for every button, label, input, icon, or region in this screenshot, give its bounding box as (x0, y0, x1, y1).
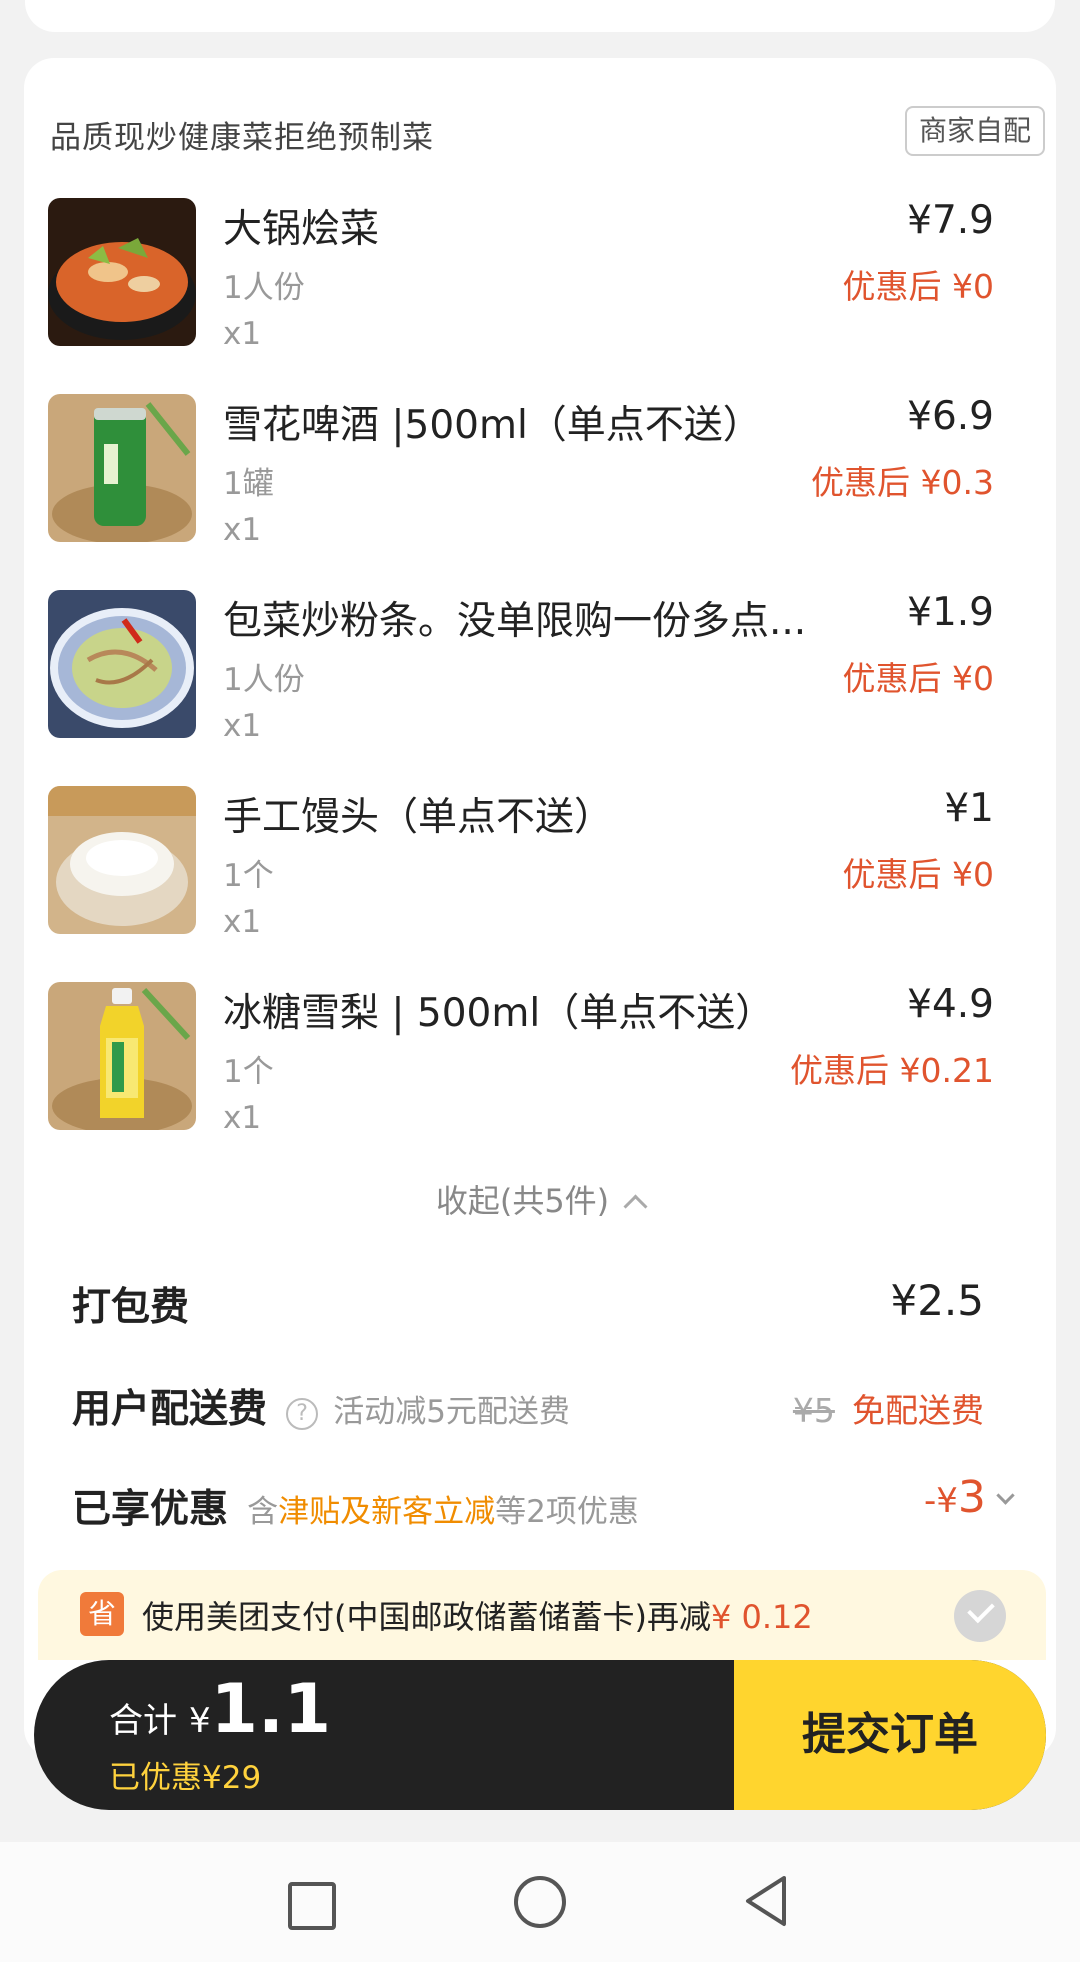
total-price: 合计 ¥1.1 (109, 1670, 331, 1749)
pear-drink-bottle-photo-icon (48, 982, 196, 1130)
checkout-bar: 合计 ¥1.1 已优惠¥29 提交订单 (34, 1660, 1046, 1810)
total-value: 1.1 (210, 1670, 332, 1749)
total-label: 合计 (109, 1701, 177, 1741)
cabbage-noodles-photo-icon (48, 590, 196, 738)
discount-value: 3 (957, 1472, 986, 1523)
saved-amount: 已优惠¥29 (109, 1760, 262, 1796)
delivery-fee-original: ¥5 (792, 1391, 835, 1430)
packing-fee-row: 打包费 ¥2.5 (72, 1276, 984, 1332)
promo-amount: ¥ 0.12 (710, 1598, 813, 1636)
save-badge-icon: 省 (80, 1592, 124, 1636)
chevron-up-icon (623, 1194, 648, 1219)
total-currency: ¥ (189, 1701, 211, 1741)
item-discounted-price: 优惠后 ¥0 (842, 855, 994, 894)
item-quantity: x1 (223, 316, 262, 352)
checkmark-icon[interactable] (954, 1590, 1006, 1642)
item-discounted-price: 优惠后 ¥0.21 (790, 1051, 994, 1090)
store-tagline: 品质现炒健康菜拒绝预制菜 (50, 120, 434, 156)
item-spec: 1个 (223, 858, 274, 894)
packing-fee-label: 打包费 (72, 1285, 190, 1330)
item-spec: 1个 (223, 1054, 274, 1090)
help-icon[interactable]: ? (286, 1397, 319, 1430)
packing-fee-value: ¥2.5 (890, 1276, 984, 1325)
list-item[interactable]: 包菜炒粉条。没单限购一份多点... 1人份 x1 ¥1.9 优惠后 ¥0 (48, 590, 994, 750)
item-spec: 1人份 (223, 270, 305, 306)
item-name: 包菜炒粉条。没单限购一份多点... (223, 599, 807, 644)
item-price: ¥1.9 (907, 590, 994, 635)
item-discounted-price: 优惠后 ¥0.3 (811, 463, 994, 502)
collapse-items-button[interactable]: 收起(共5件) (0, 1176, 1080, 1222)
discount-value-prefix: -¥ (924, 1481, 958, 1521)
promo-description: 使用美团支付(中国邮政储蓄储蓄卡)再减 (142, 1598, 711, 1636)
delivery-fee-value: 免配送费 (852, 1391, 984, 1430)
item-price: ¥1 (944, 786, 994, 831)
discount-note-highlight: 津贴及新客立减 (278, 1494, 496, 1530)
item-name: 雪花啤酒 |500ml（单点不送） (223, 403, 762, 448)
item-quantity: x1 (223, 904, 262, 940)
discount-label: 已享优惠 (72, 1487, 229, 1532)
item-spec: 1罐 (223, 466, 274, 502)
item-quantity: x1 (223, 708, 262, 744)
discount-note-prefix: 含 (247, 1494, 279, 1530)
item-quantity: x1 (223, 1100, 262, 1136)
delivery-fee-note: 活动减5元配送费 (333, 1394, 570, 1430)
home-icon[interactable] (514, 1876, 566, 1928)
delivery-badge: 商家自配 (904, 106, 1045, 156)
item-name: 大锅烩菜 (223, 207, 380, 252)
item-price: ¥4.9 (907, 982, 994, 1027)
stew-dish-photo-icon (48, 198, 196, 346)
item-discounted-price: 优惠后 ¥0 (842, 267, 994, 306)
list-item[interactable]: 手工馒头（单点不送） 1个 x1 ¥1 优惠后 ¥0 (48, 786, 994, 946)
previous-card-edge (25, 0, 1055, 32)
steamed-bun-photo-icon (48, 786, 196, 934)
submit-order-button[interactable]: 提交订单 (734, 1660, 1046, 1810)
delivery-fee-row: 用户配送费 ? 活动减5元配送费 ¥5 免配送费 (72, 1378, 984, 1434)
system-nav-bar (0, 1842, 1080, 1962)
list-item[interactable]: 雪花啤酒 |500ml（单点不送） 1罐 x1 ¥6.9 优惠后 ¥0.3 (48, 394, 994, 554)
payment-promo-bar[interactable]: 省 使用美团支付(中国邮政储蓄储蓄卡)再减¥ 0.12 (38, 1570, 1046, 1660)
collapse-label: 收起(共5件) (435, 1182, 610, 1220)
list-item[interactable]: 大锅烩菜 1人份 x1 ¥7.9 优惠后 ¥0 (48, 198, 994, 358)
chevron-down-icon (996, 1486, 1015, 1505)
discount-row[interactable]: 已享优惠 含津贴及新客立减等2项优惠 -¥3 (72, 1472, 1015, 1534)
item-name: 冰糖雪梨 | 500ml（单点不送） (223, 991, 775, 1036)
item-price: ¥6.9 (907, 394, 994, 439)
beer-can-photo-icon (48, 394, 196, 542)
item-quantity: x1 (223, 512, 262, 548)
recent-apps-icon[interactable] (288, 1882, 336, 1930)
discount-note-suffix: 等2项优惠 (495, 1494, 639, 1530)
item-price: ¥7.9 (907, 198, 994, 243)
promo-text: 使用美团支付(中国邮政储蓄储蓄卡)再减¥ 0.12 (142, 1592, 813, 1638)
list-item[interactable]: 冰糖雪梨 | 500ml（单点不送） 1个 x1 ¥4.9 优惠后 ¥0.21 (48, 982, 994, 1142)
item-discounted-price: 优惠后 ¥0 (842, 659, 994, 698)
item-spec: 1人份 (223, 662, 305, 698)
back-icon[interactable] (742, 1874, 790, 1928)
item-name: 手工馒头（单点不送） (223, 795, 614, 840)
delivery-fee-label: 用户配送费 (72, 1387, 268, 1432)
